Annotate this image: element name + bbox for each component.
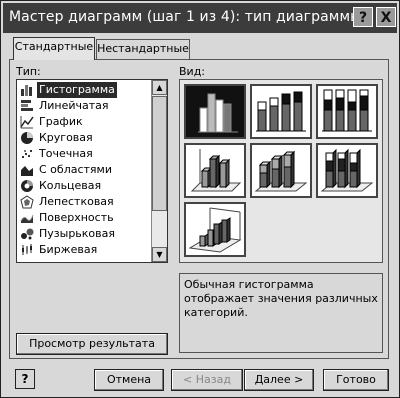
next-button[interactable]: Далее > <box>244 369 314 391</box>
subtype-description: Обычная гистограмма отображает значения … <box>184 278 378 319</box>
finish-button[interactable]: Готово <box>323 369 389 391</box>
subtype-percent-stacked-column[interactable] <box>316 84 378 139</box>
list-item-label: Линейчатая <box>39 99 109 112</box>
list-item-pie[interactable]: Круговая <box>19 130 151 146</box>
back-button[interactable]: < Назад <box>171 369 243 391</box>
subtype-clustered-column[interactable] <box>184 84 246 139</box>
list-item-area[interactable]: С областями <box>19 162 151 178</box>
stacked-column-3d-icon <box>254 150 308 192</box>
chart-type-list[interactable]: Гистограмма Линейчатая График Круговая Т… <box>16 79 168 263</box>
subtype-clustered-column-3d[interactable] <box>184 143 246 198</box>
list-item-scatter[interactable]: Точечная <box>19 146 151 162</box>
title-help-button[interactable]: ? <box>353 7 373 27</box>
subtype-percent-stacked-column-3d[interactable] <box>316 143 378 198</box>
chart-type-scrollbar[interactable]: ▲ ▼ <box>151 80 167 262</box>
close-button[interactable]: X <box>376 7 396 27</box>
tab-standard[interactable]: Стандартные <box>13 37 95 60</box>
clustered-column-icon <box>198 93 238 133</box>
pie-chart-icon <box>21 132 33 144</box>
subtype-stacked-column-3d[interactable] <box>250 143 312 198</box>
bubble-chart-icon <box>21 228 34 240</box>
radar-chart-icon <box>20 195 34 209</box>
chart-type-label: Тип: <box>16 65 41 78</box>
list-item-bar[interactable]: Линейчатая <box>19 98 151 114</box>
scatter-chart-icon <box>22 150 32 158</box>
stacked-column-icon <box>256 91 306 132</box>
line-chart-icon <box>20 116 34 129</box>
scroll-thumb[interactable] <box>152 96 167 211</box>
list-item-label: Лепестковая <box>39 195 114 208</box>
list-item-surface[interactable]: Поверхность <box>19 210 151 226</box>
cancel-button[interactable]: Отмена <box>94 369 164 391</box>
area-chart-icon <box>21 166 33 176</box>
column-3d-icon <box>188 207 242 253</box>
scroll-up-button[interactable]: ▲ <box>152 80 167 95</box>
list-item-doughnut[interactable]: Кольцевая <box>19 178 151 194</box>
clustered-column-3d-icon <box>190 149 242 192</box>
help-button[interactable]: ? <box>15 369 35 389</box>
surface-chart-icon <box>20 214 34 223</box>
list-item-column[interactable]: Гистограмма <box>19 82 151 98</box>
stock-chart-icon <box>22 244 32 255</box>
tab-custom[interactable]: Нестандартные <box>96 39 190 59</box>
scroll-down-button[interactable]: ▼ <box>152 247 167 262</box>
list-item-label: Пузырьковая <box>39 227 115 240</box>
chart-subtype-gallery <box>179 79 383 263</box>
list-item-bubble[interactable]: Пузырьковая <box>19 226 151 242</box>
list-item-label: Круговая <box>39 131 93 144</box>
column-chart-icon <box>21 85 32 96</box>
subtype-description-box: Обычная гистограмма отображает значения … <box>179 273 383 353</box>
doughnut-chart-icon <box>21 180 33 192</box>
list-item-radar[interactable]: Лепестковая <box>19 194 151 210</box>
list-item-label: Гистограмма <box>37 82 117 98</box>
list-item-stock[interactable]: Биржевая <box>19 242 151 258</box>
subtype-column-3d[interactable] <box>184 202 246 257</box>
list-item-label: Кольцевая <box>39 179 102 192</box>
list-item-line[interactable]: График <box>19 114 151 130</box>
title-bar[interactable]: Мастер диаграмм (шаг 1 из 4): тип диагра… <box>3 3 397 33</box>
chart-wizard-dialog: Мастер диаграмм (шаг 1 из 4): тип диагра… <box>0 0 400 398</box>
list-item-label: Биржевая <box>39 243 98 256</box>
chart-subtype-label: Вид: <box>179 65 206 78</box>
subtype-stacked-column[interactable] <box>250 84 312 139</box>
bar-chart-icon <box>21 100 33 111</box>
list-item-label: Поверхность <box>39 211 114 224</box>
list-item-label: График <box>39 115 83 128</box>
list-item-label: Точечная <box>39 147 93 160</box>
list-item-label: С областями <box>39 163 112 176</box>
preview-result-button[interactable]: Просмотр результата <box>16 333 168 355</box>
percent-stacked-column-icon <box>322 89 372 132</box>
percent-stacked-column-3d-icon <box>320 148 374 192</box>
window-title: Мастер диаграмм (шаг 1 из 4): тип диагра… <box>9 9 362 25</box>
